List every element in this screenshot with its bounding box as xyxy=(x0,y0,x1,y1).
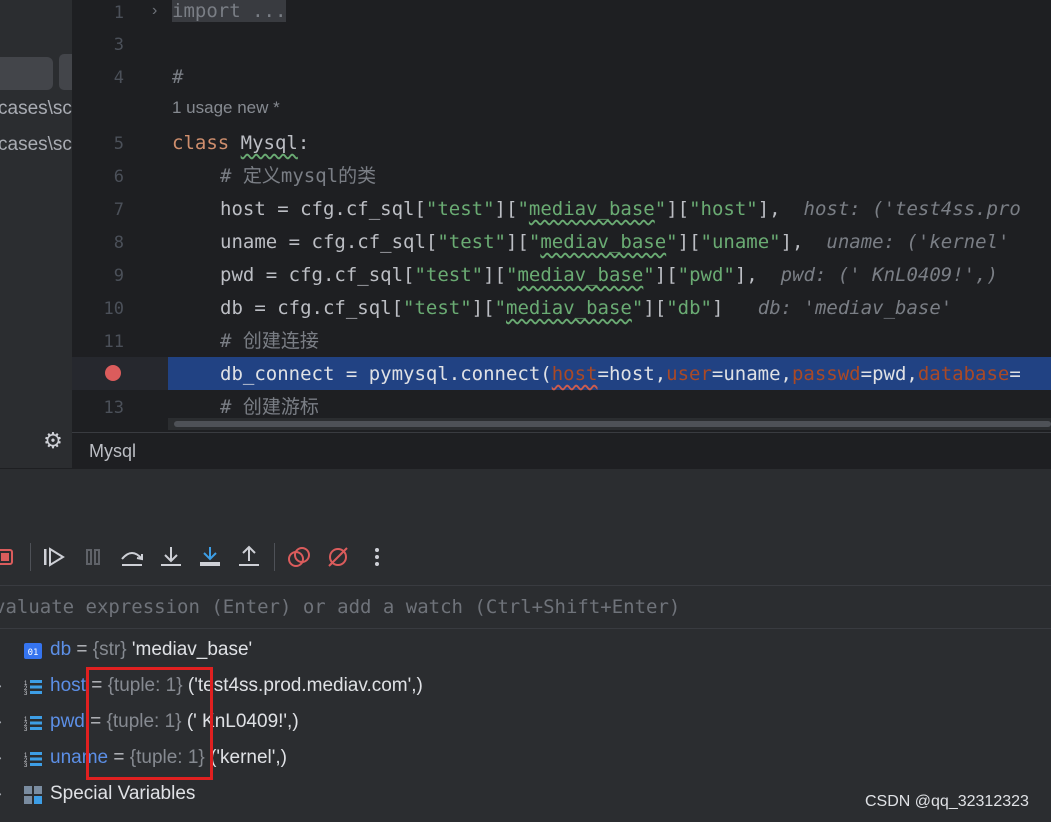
code-line-1[interactable]: import ... xyxy=(172,0,287,28)
code-line-8[interactable]: uname = cfg.cf_sql["test"]["mediav_base"… xyxy=(220,226,1009,259)
tuple-var-icon: 123 xyxy=(24,752,42,768)
inline-value-hint: pwd: (' KnL0409!',) xyxy=(780,264,998,286)
annotation-highlight-box xyxy=(86,667,213,780)
scrollbar-thumb[interactable] xyxy=(174,421,1051,427)
toolbar-separator xyxy=(274,543,275,571)
inline-value-hint: host: ('test4ss.pro xyxy=(803,198,1021,220)
line-number: 9 xyxy=(113,266,124,286)
code-line-11[interactable]: # 创建连接 xyxy=(220,325,319,358)
inline-value-hint: db: 'mediav_base' xyxy=(757,297,953,319)
breadcrumb-item[interactable]: Mysql xyxy=(89,441,136,462)
resume-icon[interactable] xyxy=(40,543,68,571)
tuple-var-icon: 123 xyxy=(24,680,42,696)
code-line-6[interactable]: # 定义mysql的类 xyxy=(220,160,376,193)
stop-icon[interactable] xyxy=(0,543,20,571)
step-into-icon[interactable] xyxy=(157,543,185,571)
project-tree-item[interactable]: cases\sc xyxy=(0,98,72,120)
code-line-4[interactable]: # xyxy=(172,61,183,94)
line-number: 8 xyxy=(113,233,124,253)
evaluate-expression-input[interactable] xyxy=(0,591,1036,623)
line-number: 5 xyxy=(113,134,124,154)
inline-value-hint: uname: ('kernel' xyxy=(826,231,1010,253)
line-number: 6 xyxy=(113,167,124,187)
svg-text:3: 3 xyxy=(24,727,28,732)
expand-chevron-icon[interactable]: › xyxy=(0,713,2,729)
line-number: 4 xyxy=(113,68,124,88)
horizontal-scrollbar[interactable] xyxy=(168,418,1051,430)
view-breakpoints-icon[interactable] xyxy=(285,543,313,571)
line-number: 7 xyxy=(113,200,124,220)
debug-toolbar xyxy=(0,539,1051,575)
more-icon[interactable] xyxy=(363,543,391,571)
expand-chevron-icon[interactable]: › xyxy=(0,785,2,801)
special-variables-icon xyxy=(24,786,42,804)
line-number: 3 xyxy=(113,35,124,55)
string-var-icon: 01 xyxy=(24,643,42,659)
breadcrumb[interactable]: Mysql xyxy=(72,432,1051,469)
line-number: 10 xyxy=(103,299,124,319)
gear-icon[interactable]: ⚙ xyxy=(40,428,66,454)
project-tool-window: cases\sc cases\sc ⚙ xyxy=(0,0,72,468)
code-line-10[interactable]: db = cfg.cf_sql["test"]["mediav_base"]["… xyxy=(220,292,952,325)
code-line-12[interactable]: db_connect = pymysql.connect(host=host,u… xyxy=(220,358,1021,391)
line-number: 11 xyxy=(103,332,124,352)
toolbar-separator xyxy=(30,543,31,571)
line-number: 1 xyxy=(113,3,124,23)
svg-text:3: 3 xyxy=(24,691,28,696)
editor-gutter[interactable]: 1 › 3 4 5 6 7 8 9 10 11 13 xyxy=(72,0,168,432)
svg-text:3: 3 xyxy=(24,763,28,768)
step-over-icon[interactable] xyxy=(118,543,146,571)
evaluate-expression-bar xyxy=(0,585,1051,629)
variable-row-db[interactable]: 01 db = {str} 'mediav_base' xyxy=(0,633,1051,669)
code-line-5[interactable]: class Mysql: xyxy=(172,127,309,160)
watermark: CSDN @qq_32312323 xyxy=(865,793,1029,810)
line-number: 13 xyxy=(103,398,124,418)
project-tree-item[interactable]: cases\sc xyxy=(0,134,72,156)
step-into-my-code-icon[interactable] xyxy=(196,543,224,571)
code-line-9[interactable]: pwd = cfg.cf_sql["test"]["mediav_base"][… xyxy=(220,259,998,292)
tuple-var-icon: 123 xyxy=(24,716,42,732)
svg-text:01: 01 xyxy=(28,648,39,658)
step-out-icon[interactable] xyxy=(235,543,263,571)
usage-hint[interactable]: 1 usage new * xyxy=(172,98,280,118)
code-editor[interactable]: import ... # 1 usage new * class Mysql: … xyxy=(168,0,1051,432)
mute-breakpoints-icon[interactable] xyxy=(324,543,352,571)
project-tree-selected-item-edge xyxy=(59,54,72,90)
project-tree-selected-item[interactable] xyxy=(0,57,53,90)
pause-icon[interactable] xyxy=(79,543,107,571)
expand-chevron-icon[interactable]: › xyxy=(0,677,2,693)
breakpoint-icon[interactable] xyxy=(105,365,121,381)
code-line-7[interactable]: host = cfg.cf_sql["test"]["mediav_base"]… xyxy=(220,193,1021,226)
fold-chevron-icon[interactable]: › xyxy=(152,2,157,20)
expand-chevron-icon[interactable]: › xyxy=(0,749,2,765)
